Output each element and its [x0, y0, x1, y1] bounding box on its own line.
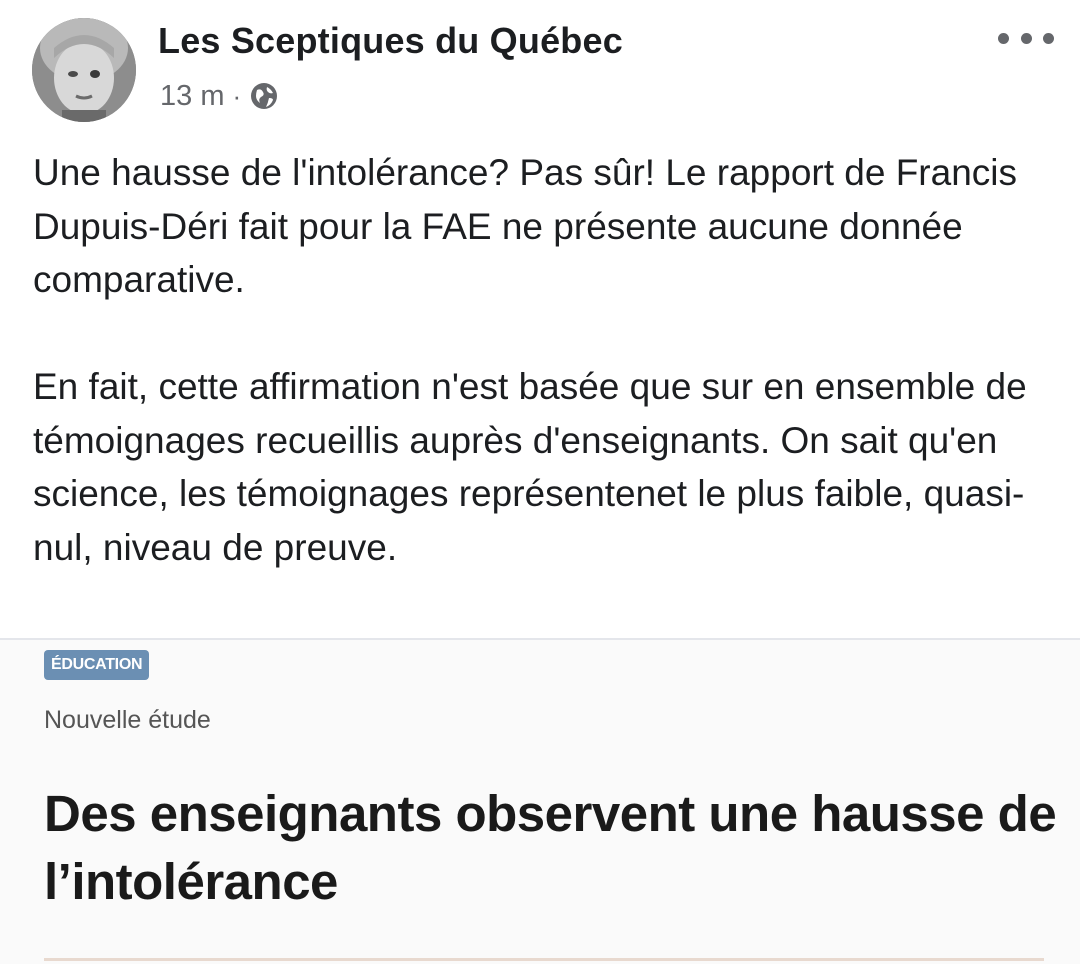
- post-body: Une hausse de l'intolérance? Pas sûr! Le…: [33, 146, 1053, 574]
- globe-icon[interactable]: [249, 81, 279, 111]
- avatar-image: [32, 18, 136, 122]
- page-name[interactable]: Les Sceptiques du Québec: [158, 20, 623, 62]
- article-headline[interactable]: Des enseignants observent une hausse de …: [44, 780, 1064, 916]
- page-avatar[interactable]: [32, 18, 136, 122]
- post-header: Les Sceptiques du Québec 13 m ·: [0, 0, 1080, 152]
- post-timestamp[interactable]: 13 m: [160, 80, 224, 113]
- more-options-button[interactable]: [998, 22, 1054, 54]
- more-horizontal-icon: [998, 32, 1009, 44]
- link-preview[interactable]: ÉDUCATION Nouvelle étude Des enseignants…: [0, 640, 1080, 964]
- article-kicker: Nouvelle étude: [44, 706, 211, 734]
- post-meta: 13 m ·: [160, 78, 279, 114]
- post-paragraph-1: Une hausse de l'intolérance? Pas sûr! Le…: [33, 152, 1018, 300]
- post-paragraph-2: En fait, cette affirmation n'est basée q…: [33, 366, 1027, 568]
- preview-bottom-rule: [44, 958, 1044, 961]
- meta-separator: ·: [232, 80, 242, 111]
- section-badge: ÉDUCATION: [44, 650, 150, 680]
